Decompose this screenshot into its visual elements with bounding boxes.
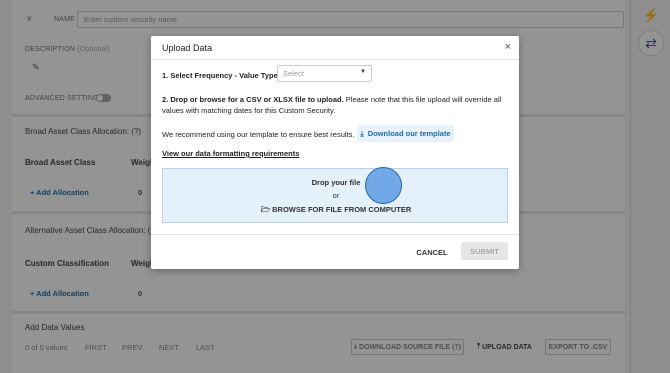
folder-icon: 🗁 [260,205,273,214]
download-template-label: Download our template [367,129,451,138]
submit-button[interactable]: SUBMIT [461,242,508,260]
template-text: We recommend using our template to ensur… [162,130,355,139]
step2-text: 2. Drop or browse for a CSV or XLSX file… [162,95,502,115]
step1-label: 1. Select Frequency - Value Type [162,71,278,80]
download-template-button[interactable]: ⤓ Download our template [357,125,454,142]
dropzone-title: Drop your file [311,178,361,187]
download-icon: ⤓ [360,128,364,138]
cursor-indicator [365,167,402,204]
formatting-requirements-link[interactable]: View our data formatting requirements [162,149,299,158]
upload-data-modal: Upload Data × 1. Select Frequency - Valu… [151,36,519,269]
frequency-select[interactable]: Select ▼ [277,65,372,82]
close-icon[interactable]: × [505,41,511,53]
dropzone-or: or [332,191,340,200]
modal-footer-divider [151,234,519,235]
caret-down-icon: ▼ [360,69,366,75]
modal-header-divider [151,59,519,60]
cancel-button[interactable]: CANCEL [410,244,454,261]
file-dropzone[interactable]: Drop your file or 🗁 BROWSE FOR FILE FROM… [162,168,508,223]
modal-title: Upload Data [162,43,213,53]
select-value: Select [283,69,304,78]
browse-file-button[interactable]: 🗁 BROWSE FOR FILE FROM COMPUTER [163,204,509,217]
